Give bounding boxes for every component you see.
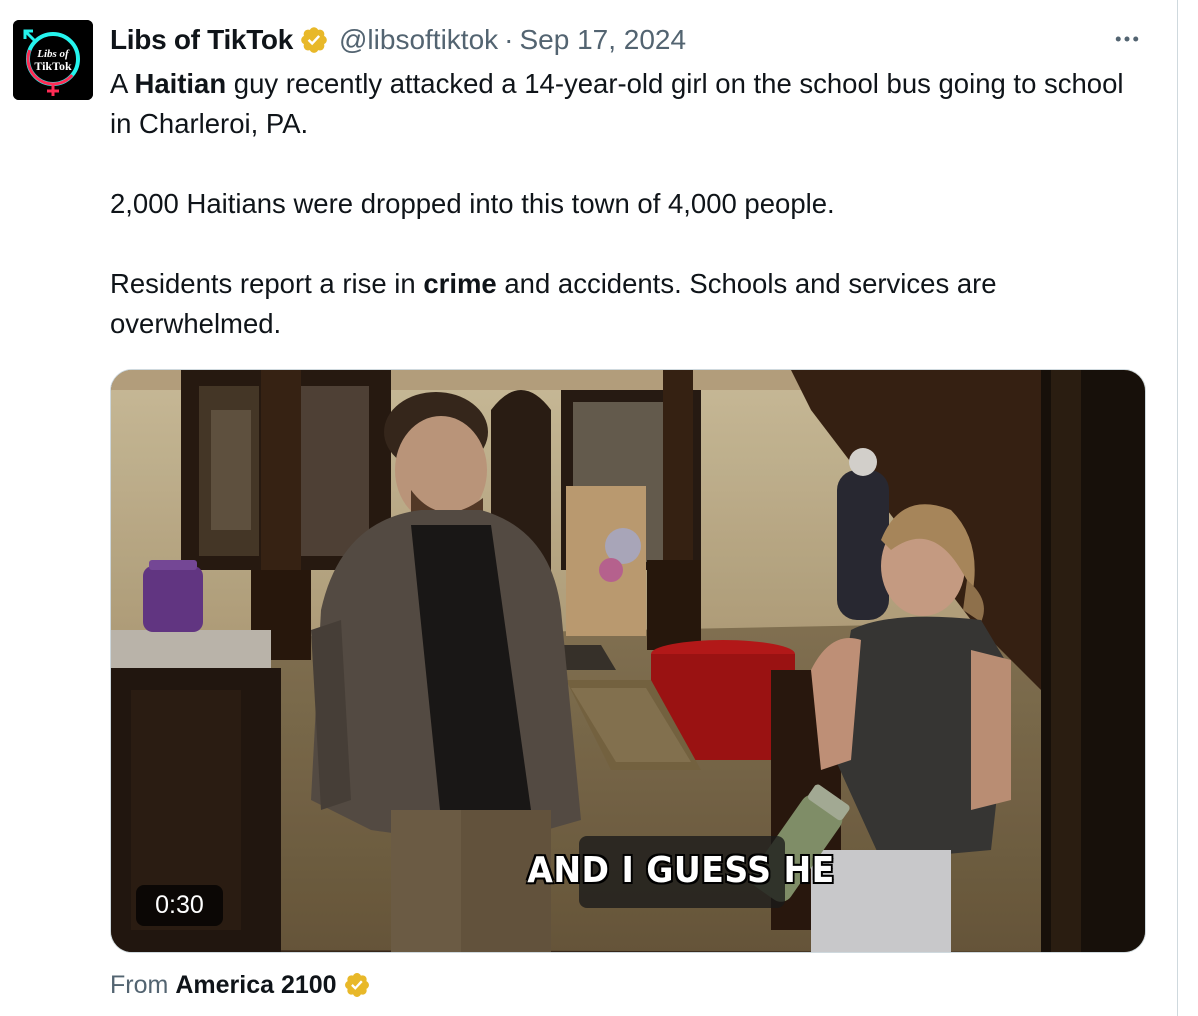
libs-of-tiktok-logo: Libs of TikTok xyxy=(13,20,93,100)
author-avatar[interactable]: Libs of TikTok xyxy=(13,20,93,100)
video-player[interactable]: AND I GUESS HE 0:30 xyxy=(110,369,1146,953)
svg-text:TikTok: TikTok xyxy=(34,59,72,73)
attribution-source[interactable]: America 2100 xyxy=(175,971,336,1000)
separator-dot: · xyxy=(504,24,514,55)
verified-badge-icon xyxy=(343,971,371,999)
tweet-paragraph-1: A Haitian guy recently attacked a 14-yea… xyxy=(110,68,1124,139)
tweet-header: Libs of TikTok @libsoftiktok · Sep 17, 2… xyxy=(110,22,686,58)
video-subtitle: AND I GUESS HE xyxy=(527,850,835,891)
verified-badge-icon[interactable] xyxy=(299,25,329,55)
column-divider xyxy=(1177,0,1178,1016)
tweet-text: A Haitian guy recently attacked a 14-yea… xyxy=(110,64,1140,344)
media-attribution: From America 2100 xyxy=(110,966,371,1004)
attribution-prefix: From xyxy=(110,970,169,999)
more-horizontal-icon[interactable] xyxy=(1110,22,1144,56)
tweet-date[interactable]: Sep 17, 2024 xyxy=(519,24,686,56)
author-handle[interactable]: @libsoftiktok xyxy=(339,24,498,56)
tweet-paragraph-3: Residents report a rise in crime and acc… xyxy=(110,268,997,339)
author-name[interactable]: Libs of TikTok xyxy=(110,24,293,56)
tweet-paragraph-2: 2,000 Haitians were dropped into this to… xyxy=(110,188,835,219)
video-duration-badge: 0:30 xyxy=(136,885,223,926)
